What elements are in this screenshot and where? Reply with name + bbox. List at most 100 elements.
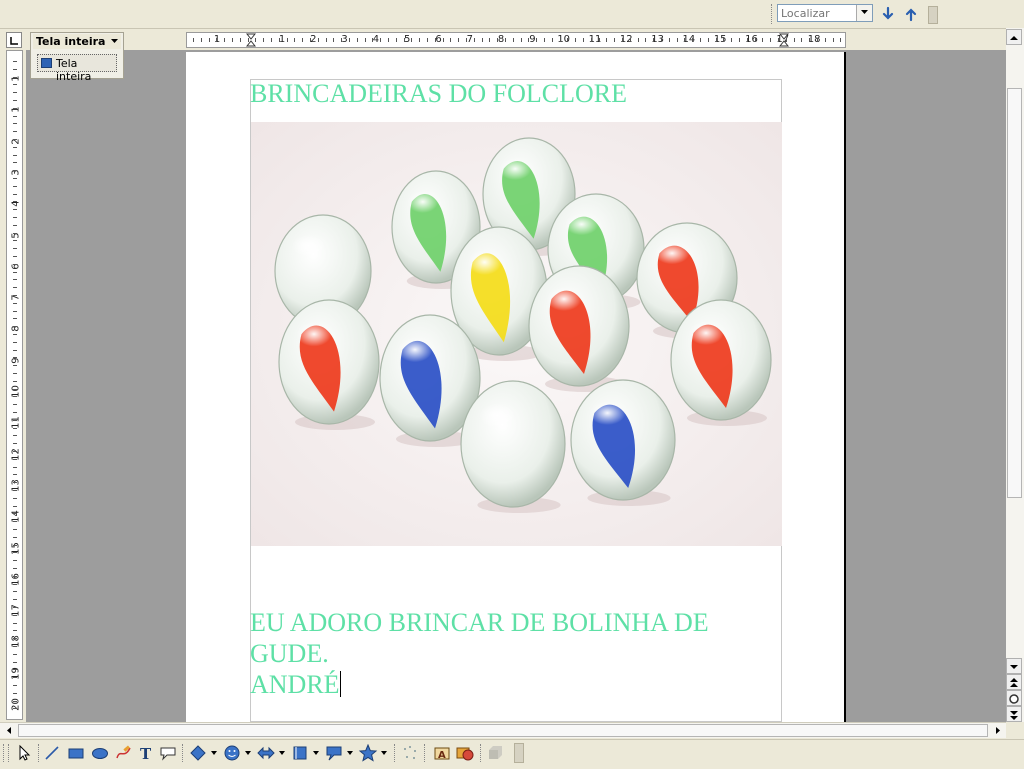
chevron-down-icon[interactable] <box>245 751 251 755</box>
chevron-down-icon[interactable] <box>381 751 387 755</box>
ruler-tick <box>715 38 717 42</box>
ruler-tick <box>13 232 17 234</box>
toolbar-grip <box>3 744 9 762</box>
ruler-tick <box>489 38 491 42</box>
ruler-tick <box>645 38 647 42</box>
ruler-number: 8 <box>497 34 505 45</box>
ruler-tick <box>13 201 17 203</box>
ruler-tick <box>13 466 17 468</box>
points-icon[interactable] <box>400 744 420 762</box>
callouts-icon[interactable] <box>324 744 344 762</box>
ruler-tick <box>661 38 662 42</box>
ruler-tick <box>13 154 17 156</box>
ruler-tick <box>294 38 296 42</box>
left-indent-marker[interactable] <box>246 33 256 47</box>
callout-icon[interactable] <box>158 744 178 762</box>
ruler-tick <box>13 396 17 398</box>
arrow-up-icon[interactable] <box>902 5 920 23</box>
freeform-icon[interactable] <box>114 744 134 762</box>
ruler-tick <box>13 295 17 296</box>
tab-stop-selector[interactable] <box>6 32 22 48</box>
ruler-tick <box>13 248 17 250</box>
ruler-tick <box>481 38 483 42</box>
vertical-scroll-thumb[interactable] <box>1007 88 1022 498</box>
line-icon[interactable] <box>42 744 62 762</box>
toolbar-options-button[interactable] <box>928 6 938 24</box>
find-combobox[interactable] <box>777 4 873 22</box>
body-paragraph[interactable]: EU ADORO BRINCAR DE BOLINHA DE GUDE. AND… <box>250 607 750 700</box>
find-dropdown-button[interactable] <box>856 5 872 21</box>
ruler-tick <box>286 38 288 42</box>
ruler-tick <box>466 38 467 42</box>
symbol-shapes-icon[interactable] <box>222 744 242 762</box>
basic-shapes-icon[interactable] <box>188 744 208 762</box>
ruler-tick <box>216 38 218 42</box>
ruler-tick <box>497 38 499 42</box>
ruler-tick <box>13 287 17 289</box>
right-indent-marker[interactable] <box>779 33 789 47</box>
ruler-tick <box>13 178 17 179</box>
chevron-down-icon[interactable] <box>279 751 285 755</box>
toolbar-separator <box>771 4 775 24</box>
ruler-tick <box>13 599 17 601</box>
ruler-number: 2 <box>310 34 317 45</box>
ruler-tick <box>528 38 530 42</box>
scroll-right-button[interactable] <box>990 723 1005 738</box>
ruler-tick <box>403 38 405 42</box>
fullscreen-toolbar-title[interactable]: Tela inteira <box>33 34 121 49</box>
ruler-tick <box>629 38 631 42</box>
ellipse-icon[interactable] <box>90 744 110 762</box>
ruler-tick <box>590 38 592 42</box>
scroll-left-button[interactable] <box>2 723 17 738</box>
ruler-tick <box>278 38 280 42</box>
ruler-tick <box>200 38 202 42</box>
next-page-button[interactable] <box>1006 706 1022 722</box>
block-arrows-icon[interactable] <box>256 744 276 762</box>
toolbar-options-button[interactable] <box>514 743 524 763</box>
from-file-icon[interactable] <box>455 744 475 762</box>
find-input[interactable] <box>778 5 862 21</box>
extrusion-icon[interactable] <box>486 744 506 762</box>
ruler-tick <box>13 146 17 148</box>
chevron-down-icon[interactable] <box>313 751 319 755</box>
scroll-up-icon <box>1010 36 1018 40</box>
horizontal-ruler[interactable]: 1123456789101112131415161718 <box>186 32 846 48</box>
text-icon[interactable]: T <box>136 744 156 762</box>
rectangle-icon[interactable] <box>66 744 86 762</box>
ruler-tick <box>13 170 17 172</box>
toolbar-separator <box>182 744 184 762</box>
previous-page-button[interactable] <box>1006 674 1022 690</box>
ruler-tick <box>411 38 413 42</box>
ruler-tick <box>356 38 358 42</box>
ruler-tick <box>544 38 545 42</box>
ruler-tick <box>676 38 678 42</box>
navigation-button[interactable] <box>1006 690 1022 706</box>
scroll-down-button[interactable] <box>1006 658 1022 674</box>
arrow-down-icon[interactable] <box>879 5 897 23</box>
select-icon[interactable] <box>14 744 34 762</box>
ruler-tick <box>700 38 701 42</box>
fullscreen-button[interactable]: Tela inteira <box>37 54 117 83</box>
ruler-tick <box>473 38 475 42</box>
stars-icon[interactable] <box>358 744 378 762</box>
fontwork-icon[interactable]: A <box>432 744 452 762</box>
ruler-tick <box>364 38 366 42</box>
ruler-tick <box>13 240 17 242</box>
vertical-ruler[interactable]: 1 1 2 3 4 5 6 7 8 9 10 11 12 13 14 15 16 17 18 19 20 <box>6 50 23 720</box>
ruler-tick <box>13 583 17 585</box>
ruler-tick <box>239 38 241 42</box>
flowchart-icon[interactable] <box>290 744 310 762</box>
ruler-tick <box>13 630 17 632</box>
ruler-tick <box>13 380 17 382</box>
document-title[interactable]: BRINCADEIRAS DO FOLCLORE <box>250 79 627 109</box>
toolbar-separator <box>394 744 396 762</box>
scroll-up-button[interactable] <box>1006 29 1022 45</box>
horizontal-scroll-thumb[interactable] <box>18 724 988 737</box>
toolbar-separator <box>38 744 40 762</box>
marbles-picture[interactable] <box>251 122 782 546</box>
ruler-tick <box>427 38 428 42</box>
chevron-down-icon[interactable] <box>211 751 217 755</box>
ruler-tick <box>193 38 194 42</box>
chevron-down-icon[interactable] <box>347 751 353 755</box>
ruler-tick <box>333 38 335 42</box>
